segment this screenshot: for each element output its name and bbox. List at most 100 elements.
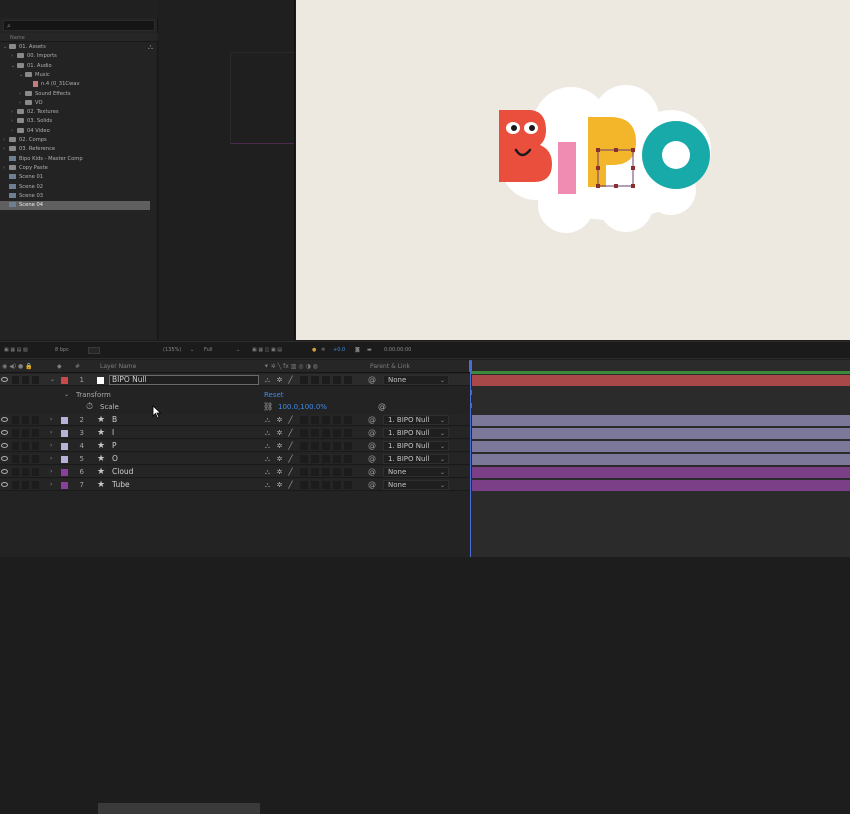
zoom-chevron-icon[interactable]: ⌄ (190, 347, 194, 353)
audio-toggle[interactable] (12, 429, 19, 437)
3d-layer-switch[interactable] (344, 468, 352, 476)
solo-toggle[interactable] (22, 429, 29, 437)
lock-toggle[interactable] (32, 468, 39, 476)
composition-viewer[interactable] (296, 0, 850, 340)
layer-duration-bar[interactable] (472, 415, 850, 426)
lock-toggle[interactable] (32, 416, 39, 424)
project-item[interactable]: Scene 04 (0, 201, 150, 211)
layer-row[interactable]: › 3 ★ I ⛬ ✲ ╱ @ 1. BIPO Null ⌄ (0, 427, 470, 439)
render-toggle[interactable] (88, 347, 100, 354)
3d-layer-switch[interactable] (344, 416, 352, 424)
exposure-value[interactable]: +0.0 (333, 347, 345, 353)
fx-switch[interactable] (300, 455, 308, 463)
collapse-switch-icon[interactable]: ✲ (276, 468, 283, 476)
parent-link-select[interactable]: 1. BIPO Null ⌄ (383, 415, 449, 425)
label-column-icon[interactable]: ◆ (57, 363, 62, 370)
transform-twirl-icon[interactable]: ⌄ (64, 389, 69, 401)
switches-header-icons[interactable]: ⯆ ✲ ╲ fx ▥ ◎ ◑ ◍ (264, 363, 318, 371)
frame-blend-switch[interactable] (311, 455, 319, 463)
eye-icon[interactable] (1, 482, 8, 487)
layer-name[interactable]: I (112, 427, 114, 439)
av-features-icons[interactable]: ◉ ◀) ● 🔒 (2, 363, 33, 370)
project-search-input[interactable]: ⌕ (3, 20, 155, 31)
project-item[interactable]: Scene 03 (0, 192, 150, 201)
audio-toggle[interactable] (12, 442, 19, 450)
project-item[interactable]: ⌄ 01. Audio (0, 62, 150, 71)
audio-toggle[interactable] (12, 376, 19, 384)
project-item[interactable]: Scene 02 (0, 183, 150, 192)
shy-switch-icon[interactable]: ⛬ (264, 481, 271, 489)
motion-blur-switch[interactable] (322, 416, 330, 424)
shy-switch-icon[interactable]: ⛬ (264, 416, 271, 424)
fx-switch[interactable] (300, 442, 308, 450)
project-item[interactable]: › Sound Effects (0, 90, 150, 99)
layer-row[interactable]: › 6 ★ Cloud ⛬ ✲ ╱ @ None ⌄ (0, 466, 470, 478)
fx-switch[interactable] (300, 376, 308, 384)
quality-switch-icon[interactable]: ╱ (287, 455, 294, 463)
viewer-option-icons[interactable]: ▣ ▦ ◫ ▣ ▤ (252, 347, 282, 353)
pick-whip-spiral-icon[interactable]: @ (378, 401, 386, 413)
layer-duration-bar[interactable] (472, 480, 850, 491)
solo-toggle[interactable] (22, 481, 29, 489)
lock-toggle[interactable] (32, 455, 39, 463)
adjustment-switch[interactable] (333, 442, 341, 450)
project-item[interactable]: › Copy Paste (0, 164, 150, 173)
layer-duration-bar[interactable] (472, 454, 850, 465)
eye-icon[interactable] (1, 430, 8, 435)
parent-link-select[interactable]: None ⌄ (383, 467, 449, 477)
quality-switch-icon[interactable]: ╱ (287, 429, 294, 437)
color-management-icon[interactable]: ● (312, 347, 316, 353)
layer-name-column-header[interactable]: Layer Name (100, 363, 136, 370)
shy-switch-icon[interactable]: ⛬ (264, 429, 271, 437)
pick-whip-spiral-icon[interactable]: @ (368, 440, 376, 452)
project-item[interactable]: › 03. Solids (0, 117, 150, 126)
collapse-switch-icon[interactable]: ✲ (276, 455, 283, 463)
transform-reset-link[interactable]: Reset (264, 389, 284, 401)
motion-blur-switch[interactable] (322, 442, 330, 450)
audio-toggle[interactable] (12, 416, 19, 424)
frame-blend-switch[interactable] (311, 429, 319, 437)
layer-duration-bar[interactable] (472, 375, 850, 386)
audio-toggle[interactable] (12, 455, 19, 463)
solo-toggle[interactable] (22, 468, 29, 476)
chevron-right-icon[interactable]: › (50, 440, 52, 452)
motion-blur-switch[interactable] (322, 481, 330, 489)
constrain-proportions-icon[interactable]: ⛓ (263, 401, 273, 413)
shy-switch-icon[interactable]: ⛬ (264, 468, 271, 476)
pick-whip-spiral-icon[interactable]: @ (368, 453, 376, 465)
pick-whip-spiral-icon[interactable]: @ (368, 374, 376, 386)
work-area-bar[interactable] (470, 371, 850, 374)
quality-switch-icon[interactable]: ╱ (287, 416, 294, 424)
fx-switch[interactable] (300, 416, 308, 424)
lock-toggle[interactable] (32, 376, 39, 384)
layer-row[interactable]: ⌄ 1 BIPO Null ⛬ ✲ ╱ @ None ⌄ (0, 374, 470, 386)
parent-link-column-header[interactable]: Parent & Link (370, 363, 410, 370)
solo-toggle[interactable] (22, 416, 29, 424)
collapse-switch-icon[interactable]: ✲ (276, 442, 283, 450)
project-name-column-header[interactable]: Name (0, 33, 158, 42)
current-time-indicator[interactable] (469, 360, 472, 372)
viewer-tool-icons[interactable]: ▣ ▦ ▤ ▧ (4, 347, 28, 353)
eye-icon[interactable] (1, 377, 8, 382)
gear-icon[interactable]: ✲ (321, 347, 325, 353)
layer-name[interactable]: Cloud (112, 466, 133, 478)
layer-name[interactable]: B (112, 414, 117, 426)
layer-duration-bar[interactable] (472, 428, 850, 439)
layer-row[interactable]: › 7 ★ Tube ⛬ ✲ ╱ @ None ⌄ (0, 479, 470, 491)
eye-icon[interactable] (1, 456, 8, 461)
snapshot-icon[interactable]: ◙ (355, 347, 360, 353)
audio-toggle[interactable] (12, 481, 19, 489)
layer-row[interactable]: › 2 ★ B ⛬ ✲ ╱ @ 1. BIPO Null ⌄ (0, 414, 470, 426)
lock-toggle[interactable] (32, 442, 39, 450)
motion-blur-switch[interactable] (322, 455, 330, 463)
collapse-switch-icon[interactable]: ✲ (276, 481, 283, 489)
fx-switch[interactable] (300, 481, 308, 489)
3d-layer-switch[interactable] (344, 481, 352, 489)
project-item[interactable]: Scene 01 (0, 173, 150, 182)
label-color-swatch[interactable] (61, 377, 68, 384)
timecode-display[interactable]: 0:00:00:00 (384, 347, 411, 353)
3d-layer-switch[interactable] (344, 455, 352, 463)
layer-name[interactable]: Tube (112, 479, 130, 491)
lock-toggle[interactable] (32, 481, 39, 489)
bit-depth-label[interactable]: 8 bpc (55, 347, 69, 353)
